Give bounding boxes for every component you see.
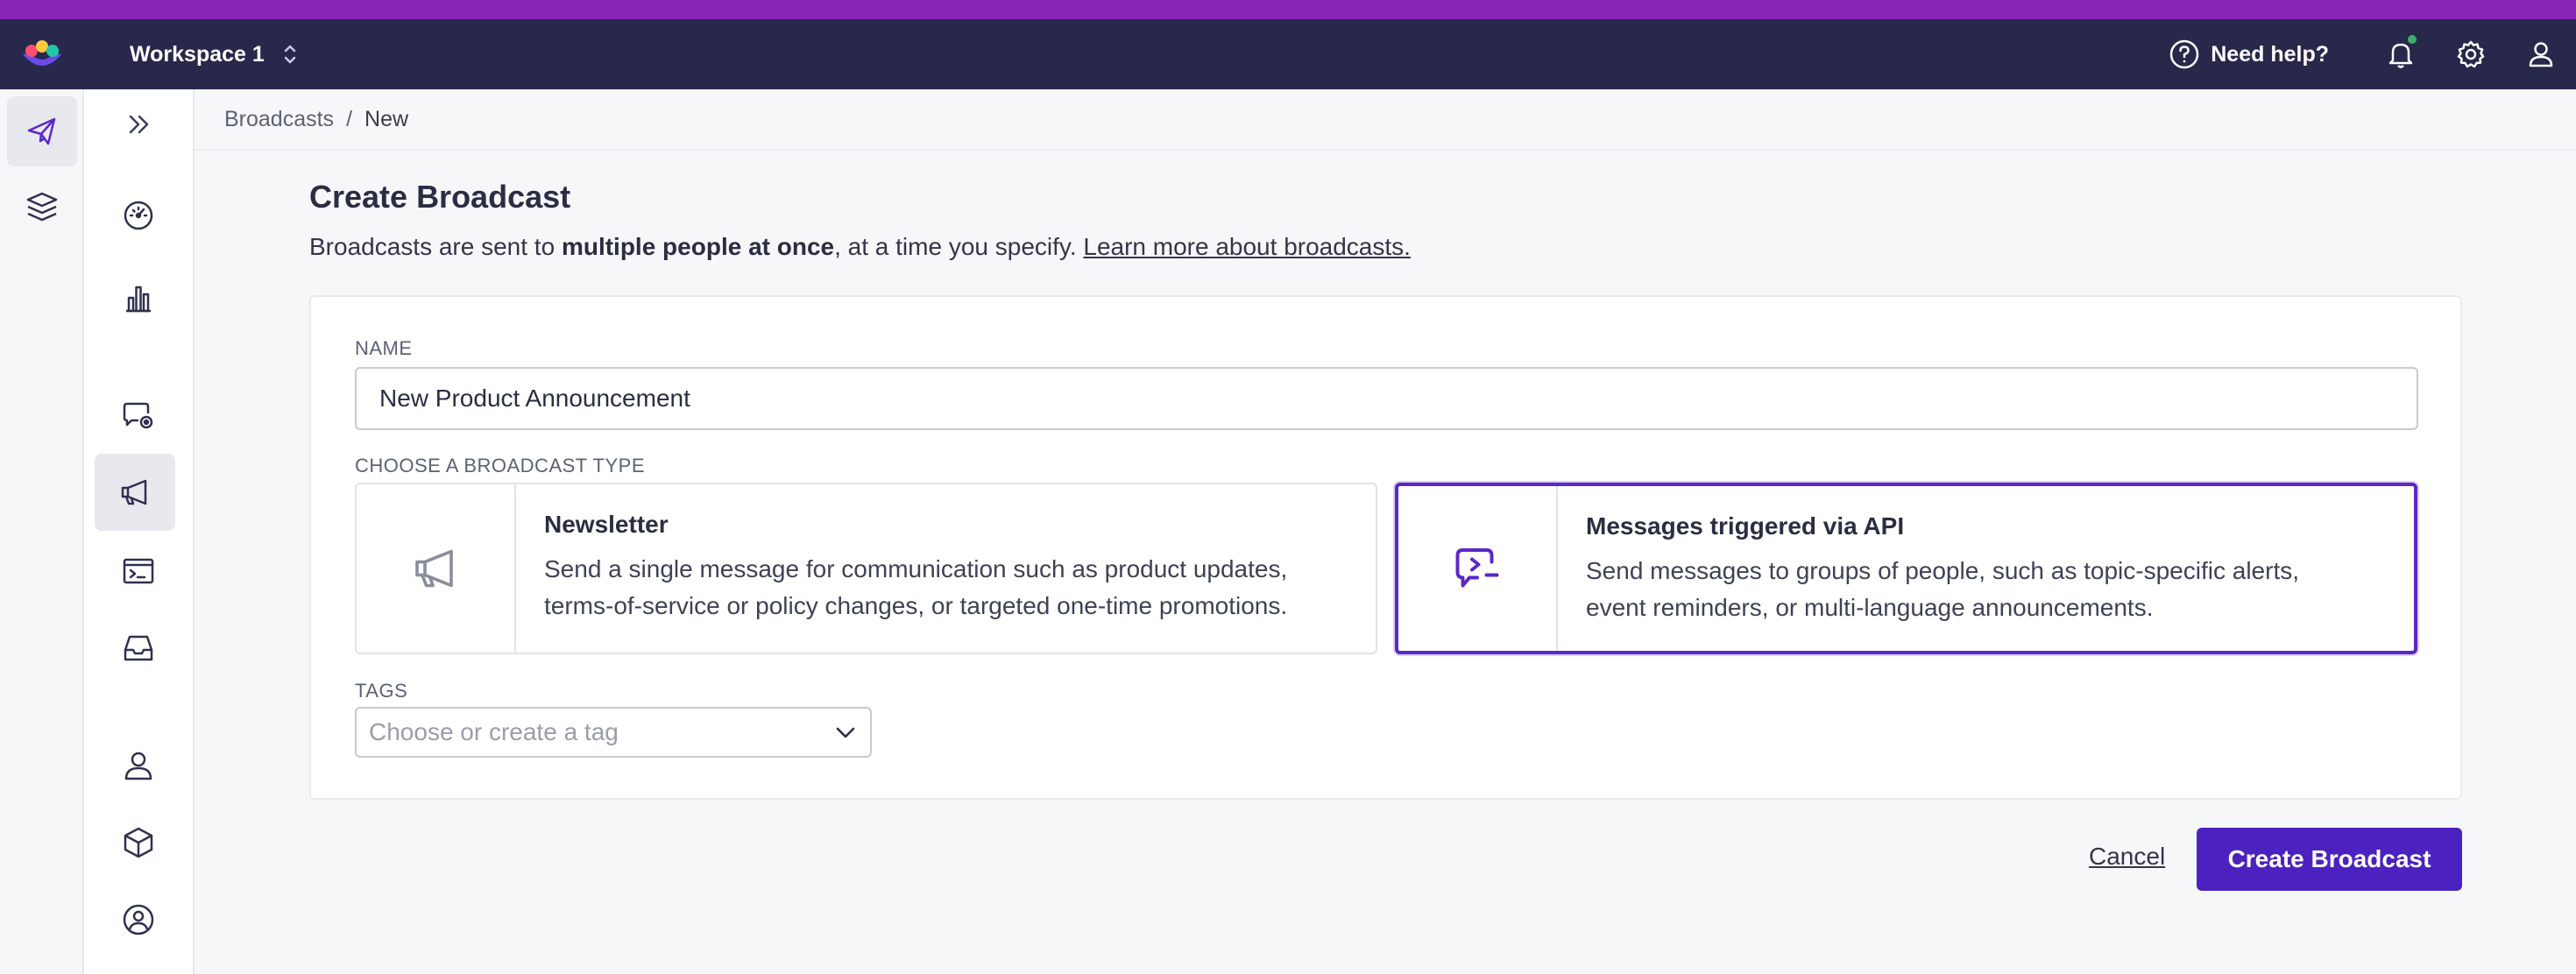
workspace-switcher[interactable]: Workspace 1 xyxy=(130,19,300,89)
need-help-button[interactable]: Need help? xyxy=(2169,39,2329,70)
expand-sidebar-button[interactable] xyxy=(103,96,173,152)
nav-analytics[interactable] xyxy=(103,270,173,326)
user-circle-icon xyxy=(123,904,154,935)
secondary-rail xyxy=(84,89,195,974)
type-icon-container xyxy=(357,484,516,653)
bar-chart-icon xyxy=(126,286,151,313)
create-broadcast-button[interactable]: Create Broadcast xyxy=(2197,828,2462,891)
nav-objects[interactable] xyxy=(103,815,173,871)
app-logo[interactable] xyxy=(19,39,65,74)
account-button[interactable] xyxy=(2506,19,2576,89)
type-description-line: Send messages to groups of people, such … xyxy=(1586,557,2299,584)
page-title: Create Broadcast xyxy=(309,179,571,215)
type-icon-container xyxy=(1398,486,1558,651)
description-emphasis: multiple people at once xyxy=(561,233,835,260)
help-circle-icon xyxy=(2170,39,2199,69)
type-title: Messages triggered via API xyxy=(1586,512,1905,540)
type-description-line: Send a single message for communication … xyxy=(544,555,1288,582)
paper-plane-icon xyxy=(27,117,56,145)
chevron-down-icon xyxy=(836,727,855,738)
nav-dashboard[interactable] xyxy=(103,187,173,244)
learn-more-link[interactable]: Learn more about broadcasts. xyxy=(1083,233,1411,260)
megaphone-icon xyxy=(415,549,453,588)
type-description-line: event reminders, or multi-language annou… xyxy=(1586,594,2154,621)
workspace-name: Workspace 1 xyxy=(130,41,265,67)
page-description: Broadcasts are sent to multiple people a… xyxy=(309,233,1411,261)
breadcrumb-broadcasts-link[interactable]: Broadcasts xyxy=(224,107,334,132)
person-icon xyxy=(124,752,152,780)
tags-placeholder: Choose or create a tag xyxy=(369,718,619,745)
tags-label: TAGS xyxy=(355,680,408,702)
nav-people[interactable] xyxy=(103,738,173,794)
broadcast-type-label: CHOOSE A BROADCAST TYPE xyxy=(355,455,646,476)
need-help-label: Need help? xyxy=(2211,41,2329,67)
primary-rail xyxy=(0,89,84,974)
notifications-button[interactable] xyxy=(2366,19,2436,89)
cancel-button[interactable]: Cancel xyxy=(2089,843,2165,871)
user-icon xyxy=(2529,42,2553,67)
accent-strip xyxy=(0,0,2576,19)
type-description: Send a single message for communication … xyxy=(544,551,1287,625)
notification-dot xyxy=(2406,33,2418,46)
tags-select[interactable]: Choose or create a tag xyxy=(355,707,872,758)
megaphone-icon xyxy=(121,479,147,505)
name-input[interactable] xyxy=(355,367,2418,430)
chat-terminal-icon xyxy=(1455,548,1499,588)
name-label: NAME xyxy=(355,337,413,359)
gauge-icon xyxy=(124,201,153,230)
broadcast-form-card: NAME CHOOSE A BROADCAST TYPE Newsletter … xyxy=(309,295,2462,800)
inbox-icon xyxy=(124,635,153,661)
nav-account[interactable] xyxy=(103,892,173,948)
chevron-up-down-icon xyxy=(284,45,296,64)
broadcast-type-newsletter[interactable]: Newsletter Send a single message for com… xyxy=(355,483,1377,654)
broadcast-section-button[interactable] xyxy=(7,96,77,166)
gear-icon xyxy=(2457,40,2485,68)
description-prefix: Broadcasts are sent to xyxy=(309,233,562,260)
breadcrumb-separator: / xyxy=(346,107,353,131)
breadcrumb: Broadcasts / New xyxy=(224,107,408,132)
type-description: Send messages to groups of people, such … xyxy=(1586,553,2299,626)
breadcrumb-current: New xyxy=(364,107,409,131)
type-title: Newsletter xyxy=(544,511,669,538)
layers-section-button[interactable] xyxy=(7,172,77,242)
top-bar: Workspace 1 Need help? xyxy=(0,19,2576,89)
settings-button[interactable] xyxy=(2436,19,2506,89)
nav-broadcasts[interactable] xyxy=(95,454,175,531)
chevrons-right-icon xyxy=(129,115,149,134)
cube-icon xyxy=(124,827,153,858)
broadcast-type-api[interactable]: Messages triggered via API Send messages… xyxy=(1395,483,2417,654)
nav-campaigns[interactable] xyxy=(103,387,173,443)
chat-settings-icon xyxy=(123,402,153,429)
layers-icon xyxy=(26,192,58,222)
description-suffix: , at a time you specify. xyxy=(834,233,1084,260)
nav-inbox[interactable] xyxy=(103,620,173,676)
terminal-window-icon xyxy=(123,558,154,584)
header-divider xyxy=(195,149,2576,151)
type-description-line: terms-of-service or policy changes, or t… xyxy=(544,592,1288,619)
nav-transactional[interactable] xyxy=(103,543,173,599)
